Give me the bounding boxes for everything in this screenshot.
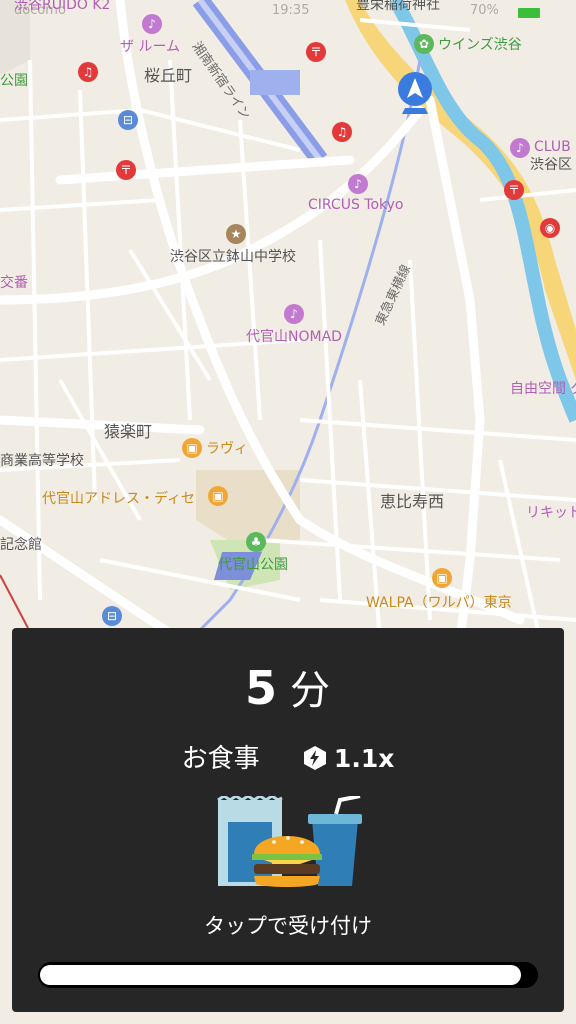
shopping-bag-icon: ▣ <box>182 438 202 458</box>
map-label-hachiyama-school: 渋谷区立鉢山中学校 <box>170 249 296 265</box>
delivery-type: お食事 <box>181 744 260 774</box>
map-label-the-room: ザ ルーム <box>120 39 181 55</box>
map-label-liquid: リキッド <box>526 505 576 521</box>
bank-icon: ◉ <box>540 218 560 238</box>
map-label-club: CLUB <box>534 139 571 155</box>
map-label-memorial-hall: 記念館 <box>0 537 42 553</box>
park-tree-icon: ♣ <box>246 532 266 552</box>
delivery-type-row: お食事 1.1x <box>12 738 564 775</box>
map-label-daikanyama-park: 代官山公園 <box>218 557 288 573</box>
post-office-icon: 〒 <box>306 42 326 62</box>
accept-countdown-bar <box>38 962 538 988</box>
lightning-bolt-icon <box>303 746 326 770</box>
clock: 19:35 <box>272 3 310 18</box>
map-label-ruido: 渋谷RUIDO K2 <box>14 0 111 13</box>
transit-icon: ⊟ <box>102 606 122 626</box>
karaoke-icon-2: ♫ <box>332 122 352 142</box>
winds-icon: ✿ <box>414 34 434 54</box>
accept-countdown-fill <box>40 965 521 985</box>
map-label-commercial-high: 商業高等学校 <box>0 453 84 469</box>
karaoke-icon: ♫ <box>78 62 98 82</box>
map-label-sakuragaoka: 桜丘町 <box>144 66 193 85</box>
shopping-bag-icon-3: ▣ <box>432 568 452 588</box>
map-label-address-dixie: 代官山アドレス・ディセ <box>42 491 196 507</box>
music-note-icon-club: ♪ <box>510 138 530 158</box>
navigation-arrow-icon[interactable] <box>396 72 434 116</box>
map-label-daikanyama-nomad: 代官山NOMAD <box>246 329 342 345</box>
music-note-icon: ♪ <box>142 14 162 34</box>
post-office-icon-3: 〒 <box>504 180 524 200</box>
eta-unit: 分 <box>290 668 331 714</box>
map-label-sarugakucho: 猿楽町 <box>104 422 153 441</box>
shopping-bag-icon-2: ▣ <box>208 486 228 506</box>
map-label-toyosaka-shrine: 豊栄稲荷神社 <box>356 0 440 13</box>
tap-to-accept-instruction: タップで受け付け <box>204 914 372 938</box>
map-label-circus-tokyo: CIRCUS Tokyo <box>308 197 404 213</box>
map-label-walpa: WALPA（ワルパ）東京 <box>366 595 512 611</box>
eta-value: 5 <box>244 661 278 715</box>
map-label-lavie: ラヴィ <box>206 441 248 457</box>
eta-display: 5分 <box>12 658 564 716</box>
bus-stop-icon: ⊟ <box>118 110 138 130</box>
battery-percent: 70% <box>470 3 499 18</box>
school-icon: ★ <box>226 224 246 244</box>
map-label-winds-shibuya: ウインズ渋谷 <box>438 37 522 53</box>
map-label-koban: 交番 <box>0 275 28 291</box>
music-note-icon-circus: ♪ <box>348 174 368 194</box>
map-label-jiyu-kukan: 自由空間 グ <box>510 381 576 397</box>
map-label-ebisu-nishi: 恵比寿西 <box>380 492 445 511</box>
food-bag-burger-drink-icon <box>217 796 362 887</box>
map-label-park-left: 公園 <box>0 73 28 89</box>
surge-badge: 1.1x <box>302 744 394 773</box>
delivery-request-card[interactable]: 5分 お食事 1.1x タップで受け付け <box>12 628 564 1012</box>
music-note-icon-nomad: ♪ <box>284 304 304 324</box>
map-label-shibuya-ward-right: 渋谷区 <box>530 157 572 173</box>
battery-icon <box>518 8 540 18</box>
surge-multiplier: 1.1x <box>333 744 395 773</box>
post-office-icon-2: 〒 <box>116 160 136 180</box>
